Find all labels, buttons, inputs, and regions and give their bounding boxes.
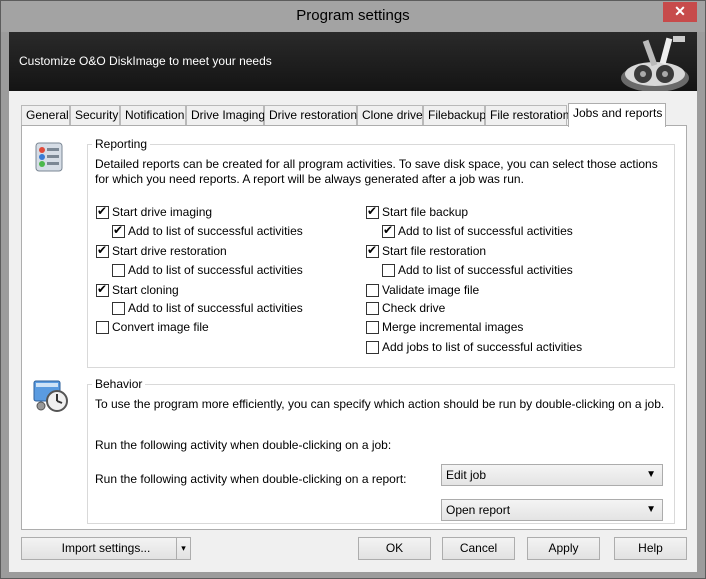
checkbox-label: Convert image file bbox=[112, 320, 209, 334]
dropdown-arrow-icon[interactable]: ▾ bbox=[176, 538, 190, 559]
dialog-client: Customize O&O DiskImage to meet your nee… bbox=[9, 32, 697, 572]
checkbox-box[interactable] bbox=[382, 223, 395, 238]
checkbox-box[interactable] bbox=[96, 282, 109, 297]
import-settings-button[interactable]: Import settings... ▾ bbox=[21, 537, 191, 560]
checkbox-box[interactable] bbox=[366, 243, 379, 258]
tab-jobs-and-reports[interactable]: Jobs and reports bbox=[568, 103, 666, 127]
apply-button[interactable]: Apply bbox=[527, 537, 600, 560]
checkbox-box[interactable] bbox=[112, 301, 125, 315]
report-list-icon bbox=[35, 142, 63, 172]
validate-image-file-checkbox[interactable]: Validate image file bbox=[366, 282, 479, 298]
checkbox-label: Start drive imaging bbox=[112, 205, 213, 219]
job-double-click-label: Run the following activity when double-c… bbox=[95, 438, 392, 452]
checkbox-label: Add jobs to list of successful activitie… bbox=[382, 340, 583, 354]
checkbox-box[interactable] bbox=[96, 243, 109, 258]
disk-logo-icon bbox=[621, 36, 689, 91]
checkbox-label: Validate image file bbox=[382, 283, 480, 297]
checkbox-label: Start drive restoration bbox=[112, 244, 227, 258]
add-jobs-success-list-checkbox[interactable]: Add jobs to list of successful activitie… bbox=[366, 339, 582, 355]
file-restoration-success-list-checkbox[interactable]: Add to list of successful activities bbox=[382, 262, 573, 278]
convert-image-file-checkbox[interactable]: Convert image file bbox=[96, 319, 209, 335]
checkbox-box[interactable] bbox=[112, 223, 125, 238]
checkbox-label: Add to list of successful activities bbox=[128, 263, 303, 277]
tab-drive-restoration[interactable]: Drive restoration bbox=[264, 105, 357, 125]
close-button[interactable]: ✕ bbox=[663, 2, 697, 22]
program-settings-window: Program settings ✕ Customize O&O DiskIma… bbox=[0, 0, 706, 579]
checkbox-box[interactable] bbox=[366, 320, 379, 334]
start-drive-restoration-checkbox[interactable]: Start drive restoration bbox=[96, 243, 227, 259]
report-double-click-label: Run the following activity when double-c… bbox=[95, 472, 407, 486]
tab-file-restoration[interactable]: File restoration bbox=[485, 105, 569, 125]
behavior-legend: Behavior bbox=[92, 377, 146, 391]
checkbox-label: Merge incremental images bbox=[382, 320, 524, 334]
window-title: Program settings bbox=[296, 7, 410, 24]
job-select-value: Edit job bbox=[446, 468, 487, 482]
checkbox-box[interactable] bbox=[96, 204, 109, 219]
checkbox-label: Check drive bbox=[382, 301, 446, 315]
report-double-click-select[interactable]: Open report ▼ bbox=[441, 499, 663, 521]
check-drive-checkbox[interactable]: Check drive bbox=[366, 300, 445, 316]
behavior-description: To use the program more efficiently, you… bbox=[95, 397, 665, 411]
checkbox-label: Add to list of successful activities bbox=[128, 224, 303, 238]
checkbox-label: Start file backup bbox=[382, 205, 469, 219]
drive-imaging-success-list-checkbox[interactable]: Add to list of successful activities bbox=[112, 223, 303, 239]
help-button[interactable]: Help bbox=[614, 537, 687, 560]
checkbox-box[interactable] bbox=[366, 340, 379, 354]
checkbox-label: Add to list of successful activities bbox=[398, 263, 573, 277]
checkbox-box[interactable] bbox=[96, 320, 109, 334]
start-file-backup-checkbox[interactable]: Start file backup bbox=[366, 204, 468, 220]
clock-settings-icon bbox=[33, 380, 68, 412]
merge-incremental-images-checkbox[interactable]: Merge incremental images bbox=[366, 319, 523, 335]
reporting-description: Detailed reports can be created for all … bbox=[95, 157, 658, 186]
ok-button[interactable]: OK bbox=[358, 537, 431, 560]
tab-filebackup[interactable]: Filebackup bbox=[423, 105, 486, 125]
import-settings-label: Import settings... bbox=[61, 541, 151, 555]
chevron-down-icon: ▼ bbox=[646, 504, 656, 515]
checkbox-box[interactable] bbox=[112, 263, 125, 277]
tab-clone-drive[interactable]: Clone drive bbox=[357, 105, 423, 125]
tab-drive-imaging[interactable]: Drive Imaging bbox=[186, 105, 265, 125]
tab-security[interactable]: Security bbox=[70, 105, 120, 125]
jobs-and-reports-panel: Reporting Detailed reports can be create… bbox=[21, 125, 687, 530]
checkbox-label: Start cloning bbox=[112, 283, 179, 297]
start-file-restoration-checkbox[interactable]: Start file restoration bbox=[366, 243, 486, 259]
reporting-legend: Reporting bbox=[92, 137, 151, 151]
checkbox-label: Add to list of successful activities bbox=[398, 224, 573, 238]
header-text: Customize O&O DiskImage to meet your nee… bbox=[19, 54, 272, 68]
checkbox-box[interactable] bbox=[366, 204, 379, 219]
job-double-click-select[interactable]: Edit job ▼ bbox=[441, 464, 663, 486]
header-banner: Customize O&O DiskImage to meet your nee… bbox=[9, 32, 697, 91]
report-select-value: Open report bbox=[446, 503, 511, 517]
chevron-down-icon: ▼ bbox=[646, 469, 656, 480]
checkbox-label: Add to list of successful activities bbox=[128, 301, 303, 315]
start-drive-imaging-checkbox[interactable]: Start drive imaging bbox=[96, 204, 212, 220]
file-backup-success-list-checkbox[interactable]: Add to list of successful activities bbox=[382, 223, 573, 239]
title-bar[interactable]: Program settings ✕ bbox=[1, 1, 705, 32]
checkbox-label: Start file restoration bbox=[382, 244, 487, 258]
drive-restoration-success-list-checkbox[interactable]: Add to list of successful activities bbox=[112, 262, 303, 278]
start-cloning-checkbox[interactable]: Start cloning bbox=[96, 282, 179, 298]
checkbox-box[interactable] bbox=[382, 263, 395, 277]
cloning-success-list-checkbox[interactable]: Add to list of successful activities bbox=[112, 300, 303, 316]
cancel-button[interactable]: Cancel bbox=[442, 537, 515, 560]
tab-general[interactable]: General bbox=[21, 105, 70, 125]
tab-notification[interactable]: Notification bbox=[120, 105, 186, 125]
checkbox-box[interactable] bbox=[366, 301, 379, 315]
checkbox-box[interactable] bbox=[366, 283, 379, 297]
